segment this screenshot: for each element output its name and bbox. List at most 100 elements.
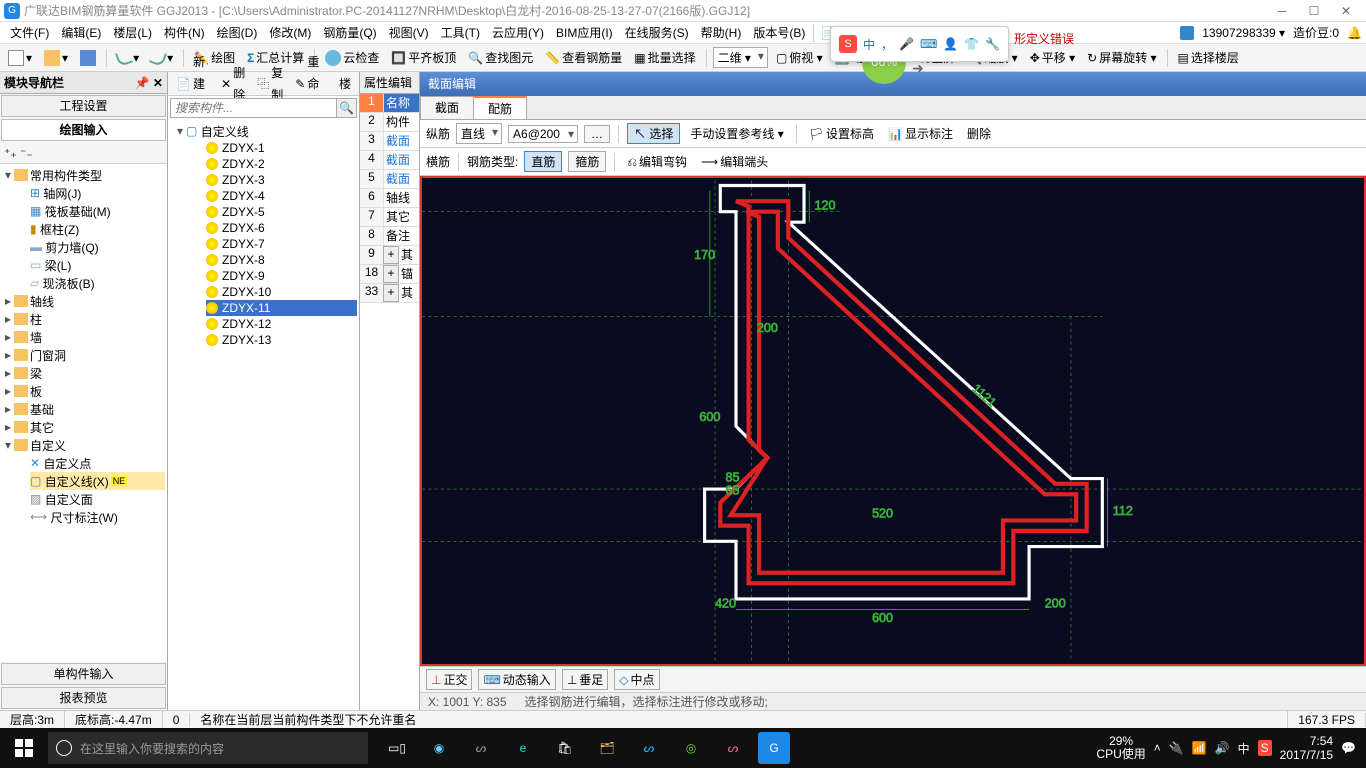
new-button[interactable]: ▾ bbox=[4, 47, 36, 69]
app-6-icon[interactable]: G bbox=[758, 732, 790, 764]
delete-button[interactable]: 删除 bbox=[963, 123, 995, 145]
flat-button[interactable]: 🔲平齐板顶 bbox=[387, 47, 460, 69]
component-item[interactable]: ZDYX-8 bbox=[206, 252, 357, 268]
component-tree[interactable]: ▾常用构件类型 ⊞ 轴网(J) ▦ 筏板基础(M) ▮ 框柱(Z) ▬ 剪力墙(… bbox=[0, 164, 167, 662]
maximize-button[interactable]: ☐ bbox=[1298, 1, 1330, 21]
component-item[interactable]: ZDYX-10 bbox=[206, 284, 357, 300]
component-item[interactable]: ZDYX-13 bbox=[206, 332, 357, 348]
property-row[interactable]: 2构件 bbox=[360, 113, 419, 132]
edge-icon[interactable]: e bbox=[502, 728, 544, 768]
property-row[interactable]: 18+锚 bbox=[360, 265, 419, 284]
ime-skin-icon[interactable]: 👕 bbox=[964, 37, 979, 51]
edit-end-button[interactable]: ⟶编辑端头 bbox=[697, 151, 772, 173]
component-item[interactable]: ZDYX-3 bbox=[206, 172, 357, 188]
ime-punct[interactable]: ， bbox=[881, 36, 893, 53]
start-button[interactable] bbox=[0, 728, 48, 768]
tray-clock[interactable]: 7:542017/7/15 bbox=[1280, 734, 1333, 763]
component-item[interactable]: ZDYX-5 bbox=[206, 204, 357, 220]
manual-refline-button[interactable]: 手动设置参考线 ▾ bbox=[686, 123, 787, 145]
view-rebar-button[interactable]: 📏查看钢筋量 bbox=[541, 47, 626, 69]
set-elevation-button[interactable]: 🏳设置标高 bbox=[805, 123, 878, 145]
section-project-settings[interactable]: 工程设置 bbox=[1, 95, 166, 117]
app-2-icon[interactable]: ᔕ bbox=[460, 728, 502, 768]
menu-online[interactable]: 在线服务(S) bbox=[619, 22, 695, 44]
tab-section[interactable]: 截面 bbox=[420, 96, 474, 119]
menu-tool[interactable]: 工具(T) bbox=[435, 22, 486, 44]
taskview-icon[interactable]: ▭▯ bbox=[376, 728, 418, 768]
app-4-icon[interactable]: ◎ bbox=[670, 728, 712, 768]
component-item[interactable]: ZDYX-7 bbox=[206, 236, 357, 252]
batch-button[interactable]: ▦批量选择 bbox=[630, 47, 699, 69]
app-5-icon[interactable]: ᔕ bbox=[712, 728, 754, 768]
perpendicular-toggle[interactable]: ⊥垂足 bbox=[562, 669, 608, 690]
ime-user-icon[interactable]: 👤 bbox=[943, 37, 958, 51]
app-1-icon[interactable]: ◉ bbox=[418, 728, 460, 768]
app-3-icon[interactable]: ᔕ bbox=[628, 728, 670, 768]
menu-view[interactable]: 视图(V) bbox=[383, 22, 435, 44]
tray-wifi-icon[interactable]: 📶 bbox=[1192, 741, 1207, 755]
ortho-toggle[interactable]: ⊥正交 bbox=[426, 669, 472, 690]
component-item[interactable]: ZDYX-6 bbox=[206, 220, 357, 236]
straight-bar-button[interactable]: 直筋 bbox=[524, 151, 562, 172]
close-button[interactable]: ✕ bbox=[1330, 1, 1362, 21]
line-type-select[interactable]: 直线 bbox=[456, 123, 502, 144]
component-item[interactable]: ZDYX-2 bbox=[206, 156, 357, 172]
tab-rebar[interactable]: 配筋 bbox=[473, 96, 527, 119]
tray-volume-icon[interactable]: 🔊 bbox=[1215, 741, 1230, 755]
taskbar-search[interactable]: 在这里输入你要搜索的内容 bbox=[48, 732, 368, 764]
property-row[interactable]: 5截面 bbox=[360, 170, 419, 189]
menu-rebar[interactable]: 钢筋量(Q) bbox=[317, 22, 382, 44]
redo-button[interactable]: ▾ bbox=[147, 47, 177, 69]
explorer-icon[interactable]: 🗂 bbox=[586, 728, 628, 768]
ime-mic-icon[interactable]: 🎤 bbox=[899, 37, 914, 51]
pan-button[interactable]: ✥平移 ▾ bbox=[1026, 47, 1079, 69]
undo-button[interactable]: ▾ bbox=[113, 47, 143, 69]
tray-ime-label[interactable]: 中 bbox=[1238, 740, 1250, 757]
select-floor-button[interactable]: ▤选择楼层 bbox=[1174, 47, 1243, 69]
stirrup-button[interactable]: 箍筋 bbox=[568, 151, 606, 172]
edit-hook-button[interactable]: ⎌编辑弯钩 bbox=[623, 151, 691, 173]
ime-mode[interactable]: 中 bbox=[863, 36, 875, 53]
ime-tool-icon[interactable]: 🔧 bbox=[985, 37, 1000, 51]
tray-sogou-icon[interactable]: S bbox=[1258, 740, 1272, 756]
property-row[interactable]: 9+其 bbox=[360, 246, 419, 265]
section-report-preview[interactable]: 报表预览 bbox=[1, 687, 166, 709]
component-item[interactable]: ZDYX-9 bbox=[206, 268, 357, 284]
ime-toolbar[interactable]: S 中 ， 🎤 ⌨ 👤 👕 🔧 bbox=[830, 26, 1009, 62]
section-canvas[interactable]: 170 120 600 112 600 520 1121 200 420 200… bbox=[420, 176, 1366, 666]
floor-sync-button[interactable]: 楼 bbox=[335, 73, 355, 95]
menu-cloud[interactable]: 云应用(Y) bbox=[486, 22, 550, 44]
dynamic-input-toggle[interactable]: ⌨动态输入 bbox=[478, 669, 555, 690]
property-row[interactable]: 1名称 bbox=[360, 94, 419, 113]
menu-edit[interactable]: 编辑(E) bbox=[55, 22, 107, 44]
tray-notifications-icon[interactable]: 💬 bbox=[1341, 741, 1356, 755]
menu-bim[interactable]: BIM应用(I) bbox=[550, 22, 619, 44]
component-item[interactable]: ZDYX-4 bbox=[206, 188, 357, 204]
rename-component-button[interactable]: ✎重命名 bbox=[291, 73, 331, 95]
rotate-button[interactable]: ↻屏幕旋转 ▾ bbox=[1083, 47, 1160, 69]
expand-icon[interactable]: ⁺₊ bbox=[4, 146, 17, 160]
tray-power-icon[interactable]: 🔌 bbox=[1169, 741, 1184, 755]
menu-floor[interactable]: 楼层(L) bbox=[107, 22, 158, 44]
bell-icon[interactable]: 🔔 bbox=[1347, 26, 1362, 40]
cloud-check-button[interactable]: 云检查 bbox=[321, 47, 383, 69]
search-button[interactable]: 🔍 bbox=[336, 99, 356, 117]
menu-help[interactable]: 帮助(H) bbox=[695, 22, 748, 44]
open-button[interactable]: ▾ bbox=[40, 47, 72, 69]
view-2d-select[interactable]: 二维 ▾ bbox=[713, 47, 768, 68]
component-item[interactable]: ZDYX-12 bbox=[206, 316, 357, 332]
property-grid[interactable]: 1名称2构件3截面4截面5截面6轴线7其它8备注9+其18+锚33+其 bbox=[360, 94, 419, 710]
pin-icon[interactable]: 📌 ✕ bbox=[135, 76, 163, 90]
menu-version[interactable]: 版本号(B) bbox=[747, 22, 811, 44]
property-row[interactable]: 6轴线 bbox=[360, 189, 419, 208]
find-button[interactable]: 🔍查找图元 bbox=[464, 47, 537, 69]
property-row[interactable]: 3截面 bbox=[360, 132, 419, 151]
ime-kb-icon[interactable]: ⌨ bbox=[920, 37, 937, 51]
menu-draw[interactable]: 绘图(D) bbox=[211, 22, 264, 44]
topview-button[interactable]: ▢俯视 ▾ bbox=[772, 47, 827, 69]
section-draw-input[interactable]: 绘图输入 bbox=[1, 119, 166, 141]
collapse-icon[interactable]: ⁻₋ bbox=[20, 146, 33, 160]
section-single-input[interactable]: 单构件输入 bbox=[1, 663, 166, 685]
ellipsis-button[interactable]: … bbox=[584, 125, 610, 143]
delete-component-button[interactable]: ✕删除 bbox=[217, 73, 249, 95]
